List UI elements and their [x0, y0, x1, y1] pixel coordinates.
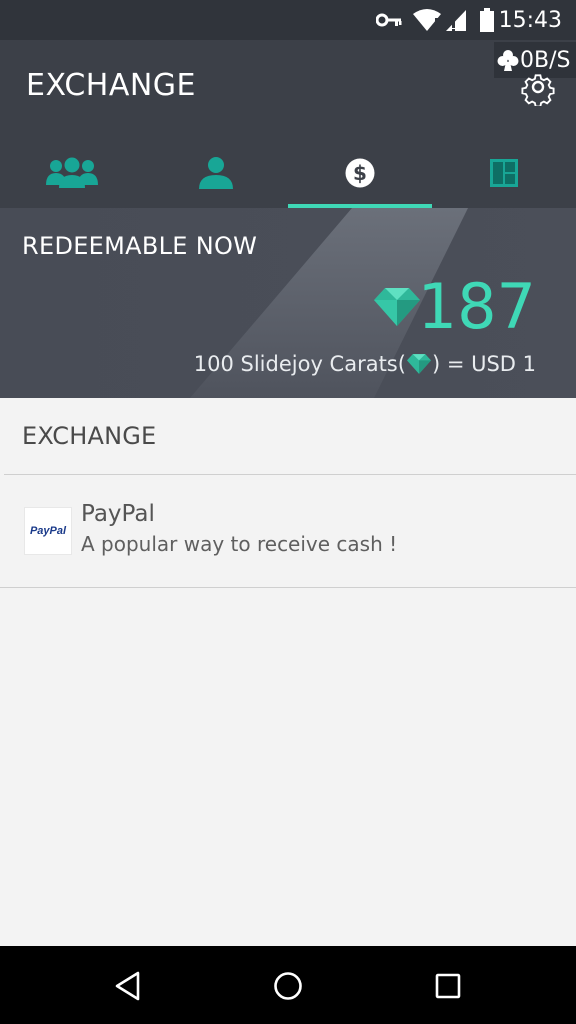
rate-suffix: ) = USD 1 — [431, 352, 536, 376]
tab-lockscreen[interactable] — [432, 138, 576, 208]
status-time: 15:43 — [498, 8, 562, 33]
status-bar: 15:43 — [0, 0, 576, 40]
dollar-icon: $ — [345, 158, 375, 188]
exchange-option-paypal[interactable]: PayPal PayPal A popular way to receive c… — [0, 475, 576, 587]
section-title: EXCHANGE — [22, 422, 157, 450]
person-icon — [199, 157, 233, 189]
paypal-logo: PayPal — [24, 507, 72, 555]
recents-button[interactable] — [428, 966, 468, 1006]
rate-prefix: 100 Slidejoy Carats( — [193, 352, 406, 376]
back-icon — [115, 971, 140, 1001]
tab-bar: $ — [0, 138, 576, 208]
system-nav-bar — [0, 946, 576, 1024]
redeemable-label: REDEEMABLE NOW — [22, 232, 258, 260]
key-icon — [376, 13, 402, 27]
battery-icon — [480, 8, 494, 32]
option-name: PayPal — [81, 501, 155, 527]
tab-profile[interactable] — [144, 138, 288, 208]
grid-icon — [490, 159, 518, 187]
diamond-icon — [406, 354, 431, 374]
page-title: EXCHANGE — [26, 68, 196, 103]
people-icon — [46, 157, 98, 188]
option-description: A popular way to receive cash ! — [81, 532, 398, 556]
tab-exchange[interactable]: $ — [288, 138, 432, 208]
paypal-logo-text: PayPal — [29, 525, 67, 537]
app-bar: EXCHANGE 0B/S $ — [0, 40, 576, 208]
carat-amount: 187 — [417, 270, 536, 343]
conversion-rate: 100 Slidejoy Carats( ) = USD 1 — [194, 352, 536, 376]
tab-group[interactable] — [0, 138, 144, 208]
svg-text:$: $ — [353, 161, 367, 185]
home-button[interactable] — [268, 966, 308, 1006]
back-button[interactable] — [108, 966, 148, 1006]
recents-icon — [435, 973, 461, 999]
club-icon — [497, 50, 519, 71]
wifi-icon — [413, 9, 441, 31]
home-icon — [274, 972, 302, 1000]
signal-icon — [446, 10, 466, 31]
diamond-icon — [374, 288, 420, 326]
divider — [0, 587, 576, 588]
gear-icon[interactable] — [519, 68, 557, 106]
redeemable-banner: REDEEMABLE NOW 187 100 Slidejoy Carats( … — [0, 208, 576, 398]
